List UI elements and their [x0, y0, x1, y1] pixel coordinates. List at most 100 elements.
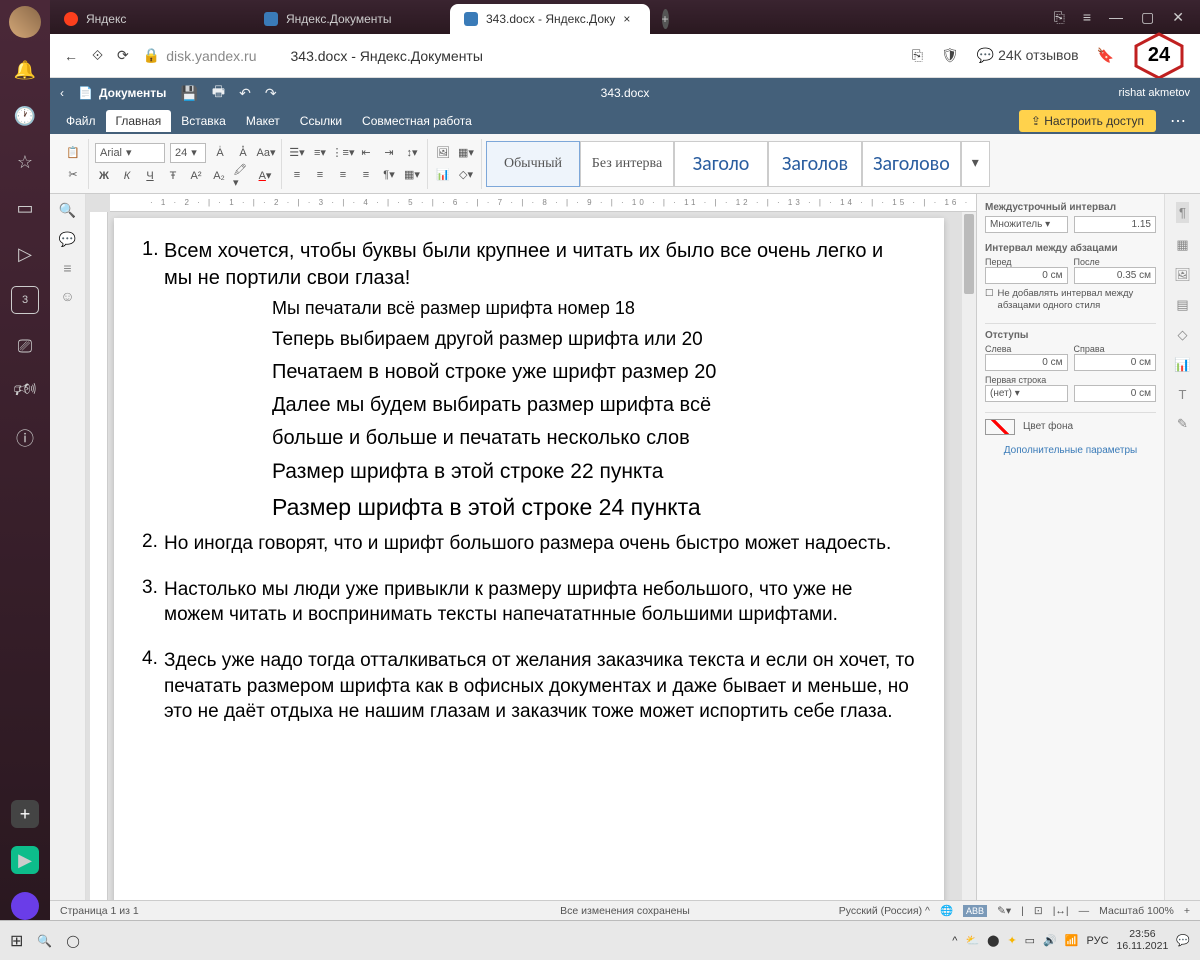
tray-icon[interactable]: ✦	[1007, 934, 1016, 947]
zoom-label[interactable]: Масштаб 100%	[1099, 905, 1174, 917]
spacing-value-input[interactable]: 1.15	[1074, 216, 1157, 233]
comments-icon[interactable]: 💬	[59, 231, 76, 248]
no-space-checkbox[interactable]: ☐Не добавлять интервал между абзацами од…	[985, 288, 1156, 313]
start-icon[interactable]: ⊞	[10, 931, 23, 951]
doc-line[interactable]: Теперь выбираем другой размер шрифта или…	[272, 329, 916, 351]
app1-icon[interactable]: ▶	[11, 846, 39, 874]
close-icon[interactable]: ×	[623, 12, 630, 26]
strike-icon[interactable]: Ŧ	[164, 167, 182, 185]
style-nospace[interactable]: Без интерва	[580, 141, 674, 187]
new-tab-button[interactable]: +	[650, 4, 680, 34]
add-button[interactable]: +	[11, 800, 39, 828]
style-h1[interactable]: Заголо	[674, 141, 768, 187]
indent-icon[interactable]: ⇥	[380, 144, 398, 162]
left-indent[interactable]: 0 см	[985, 354, 1068, 371]
super-icon[interactable]: A²	[187, 167, 205, 185]
align-center-icon[interactable]: ≡	[311, 166, 329, 184]
menu-icon[interactable]: ≡	[1083, 9, 1091, 25]
wifi-icon[interactable]: 📶	[1065, 934, 1079, 947]
text-tool-icon[interactable]: Т	[1179, 387, 1187, 402]
page[interactable]: 1.Всем хочется, чтобы буквы были крупнее…	[114, 218, 944, 900]
reload-icon[interactable]: ⟳	[117, 47, 129, 64]
align-right-icon[interactable]: ≡	[334, 166, 352, 184]
image-tool-icon[interactable]: 🖼	[1174, 267, 1191, 283]
feedback-icon[interactable]: ☺	[60, 288, 74, 304]
star-icon[interactable]: ☆	[11, 148, 39, 176]
bookmark-icon[interactable]: 🔖	[1097, 47, 1114, 64]
tray-icon[interactable]: ⬤	[987, 934, 999, 947]
info-icon[interactable]: ⓘ	[11, 424, 39, 452]
volume-icon[interactable]: 🔊	[1043, 934, 1057, 947]
reviews-badge[interactable]: 💬 24К отзывов	[977, 47, 1079, 64]
notifications-icon[interactable]: 💬	[1176, 934, 1190, 947]
weather-icon[interactable]: ⛅	[965, 934, 979, 947]
speaker-icon[interactable]: 🕬	[11, 378, 39, 406]
paste-icon[interactable]: ✂	[64, 166, 82, 184]
numbers-icon[interactable]: ≡▾	[311, 144, 329, 162]
bold-icon[interactable]: Ж	[95, 167, 113, 185]
menu-file[interactable]: Файл	[56, 110, 106, 132]
scrollbar[interactable]	[962, 212, 976, 900]
spacing-type-select[interactable]: Множитель ▾	[985, 216, 1068, 233]
headings-icon[interactable]: ≡	[63, 260, 71, 276]
doc-line[interactable]: Размер шрифта в этой строке 24 пункта	[272, 494, 916, 521]
chart-icon[interactable]: 📊	[434, 166, 452, 184]
more-icon[interactable]: ⋯	[1162, 111, 1194, 131]
highlight-icon[interactable]: 🖍▾	[233, 167, 251, 185]
chart-tool-icon[interactable]: 📊	[1174, 357, 1190, 373]
close-icon[interactable]: ✕	[1172, 9, 1184, 26]
after-input[interactable]: 0.35 см	[1074, 267, 1157, 284]
clock-icon[interactable]: 🕐	[11, 102, 39, 130]
minimize-icon[interactable]: —	[1109, 9, 1123, 25]
box-icon[interactable]: 3	[11, 286, 39, 314]
style-normal[interactable]: Обычный	[486, 141, 580, 187]
share-button[interactable]: ⇪ Настроить доступ	[1019, 110, 1156, 132]
doc-line[interactable]: Размер шрифта в этой строке 22 пункта	[272, 460, 916, 484]
fit-icon[interactable]: ⊡	[1034, 905, 1043, 917]
advanced-link[interactable]: Дополнительные параметры	[985, 445, 1156, 456]
firstline-input[interactable]: 0 см	[1074, 385, 1157, 402]
justify-icon[interactable]: ≡	[357, 166, 375, 184]
multilevel-icon[interactable]: ⋮≡▾	[334, 144, 352, 162]
vertical-ruler[interactable]	[90, 212, 108, 900]
back-icon[interactable]: ←	[64, 48, 78, 64]
search-icon[interactable]: 🔍	[59, 202, 76, 219]
bell-icon[interactable]: 🔔	[11, 56, 39, 84]
before-input[interactable]: 0 см	[985, 267, 1068, 284]
horizontal-ruler[interactable]: · 1 · 2 · | · 1 · | · 2 · | · 3 · | · 4 …	[110, 194, 976, 212]
style-h2[interactable]: Заголов	[768, 141, 862, 187]
italic-icon[interactable]: К	[118, 167, 136, 185]
app2-icon[interactable]	[11, 892, 39, 920]
redo-icon[interactable]: ↷	[265, 85, 277, 102]
shape-icon[interactable]: ◇▾	[457, 166, 475, 184]
username[interactable]: rishat akmetov	[1118, 87, 1190, 99]
note-icon[interactable]: ▭	[11, 194, 39, 222]
track-icon[interactable]: ABB	[963, 905, 987, 917]
underline-icon[interactable]: Ч	[141, 167, 159, 185]
hex-badge[interactable]: 24	[1132, 32, 1186, 80]
clock[interactable]: 23:5616.11.2021	[1117, 929, 1169, 952]
doc-line[interactable]: больше и больше и печатать несколько сло…	[272, 427, 916, 450]
grow-font-icon[interactable]: A̍	[211, 144, 229, 162]
list-item[interactable]: 4.Здесь уже надо тогда отталкиваться от …	[142, 648, 916, 725]
shape-tool-icon[interactable]: ◇	[1178, 327, 1188, 343]
width-icon[interactable]: |↔|	[1053, 905, 1069, 917]
tray-icon[interactable]: ▭	[1025, 934, 1035, 947]
list-item[interactable]: 3.Настолько мы люди уже привыкли к разме…	[142, 577, 916, 628]
panel-icon[interactable]: ⎘	[1054, 9, 1065, 26]
keyboard-lang[interactable]: РУС	[1086, 935, 1108, 947]
save-icon[interactable]: 💾	[180, 85, 197, 102]
font-name-combo[interactable]: Arial ▾	[95, 143, 165, 163]
bg-color-swatch[interactable]	[985, 419, 1015, 435]
list-item[interactable]: 2.Но иногда говорят, что и шрифт большог…	[142, 531, 916, 557]
doc-line[interactable]: Печатаем в новой строке уже шрифт размер…	[272, 361, 916, 384]
url-box[interactable]: 🔒 disk.yandex.ru	[143, 47, 257, 64]
case-icon[interactable]: Aa▾	[257, 144, 275, 162]
zoom-in[interactable]: +	[1184, 905, 1190, 917]
doc-line[interactable]: Далее мы будем выбирать размер шрифта вс…	[272, 394, 916, 417]
home-icon[interactable]: ⟐	[92, 47, 103, 64]
pilcrow-icon[interactable]: ¶▾	[380, 166, 398, 184]
play-icon[interactable]: ▷	[11, 240, 39, 268]
tab-active[interactable]: 343.docx - Яндекс.Доку ×	[450, 4, 650, 34]
maximize-icon[interactable]: ▢	[1141, 9, 1154, 26]
